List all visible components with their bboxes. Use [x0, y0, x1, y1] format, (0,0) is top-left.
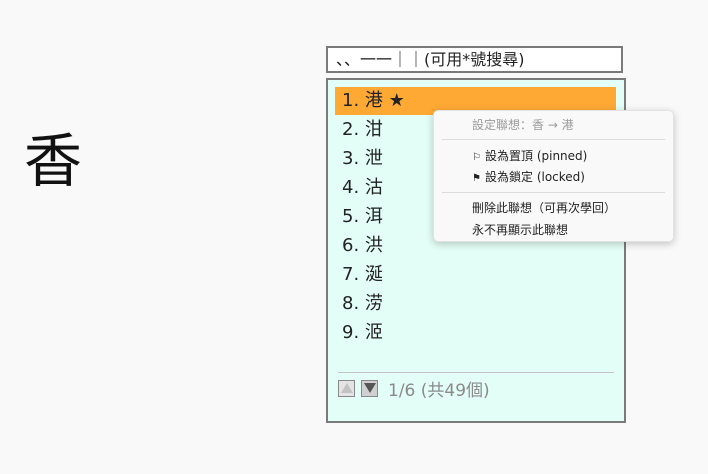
pager: 1/6 (共49個) — [338, 376, 490, 401]
menu-separator — [442, 139, 665, 140]
page-up-button[interactable] — [338, 379, 355, 397]
context-menu: 設定聯想：香 → 港 ⚐ 設為置頂 (pinned) ⚑ 設為鎖定 (locked)… — [433, 110, 674, 242]
triangle-up-icon — [340, 383, 353, 393]
menu-item-lock[interactable]: ⚑ 設為鎖定 (locked) — [472, 169, 585, 187]
menu-item-pin[interactable]: ⚐ 設為置頂 (pinned) — [472, 148, 587, 166]
preview-character: 香 — [24, 127, 83, 195]
input-code-text: 、、一一｜｜(可用*號搜尋) — [336, 50, 525, 69]
menu-item-delete[interactable]: 刪除此聯想（可再次學回） — [472, 200, 616, 216]
candidate-item[interactable]: 9. 洍 — [335, 319, 616, 347]
input-code-box[interactable]: 、、一一｜｜(可用*號搜尋) — [326, 46, 623, 73]
menu-separator — [442, 192, 665, 193]
filled-flag-icon: ⚑ — [472, 173, 481, 184]
page-down-button[interactable] — [361, 379, 378, 397]
menu-item-hide[interactable]: 永不再顯示此聯想 — [472, 222, 568, 238]
menu-item-label: 設為鎖定 (locked) — [485, 170, 585, 184]
candidate-item[interactable]: 7. 涎 — [335, 261, 616, 289]
candidate-item[interactable]: 8. 涝 — [335, 290, 616, 318]
menu-header: 設定聯想：香 → 港 — [472, 118, 574, 132]
triangle-down-icon — [363, 383, 376, 393]
page-indicator: 1/6 (共49個) — [388, 380, 490, 401]
pager-divider — [338, 372, 614, 373]
outline-flag-icon: ⚐ — [472, 152, 481, 163]
menu-item-label: 設為置頂 (pinned) — [485, 149, 588, 163]
